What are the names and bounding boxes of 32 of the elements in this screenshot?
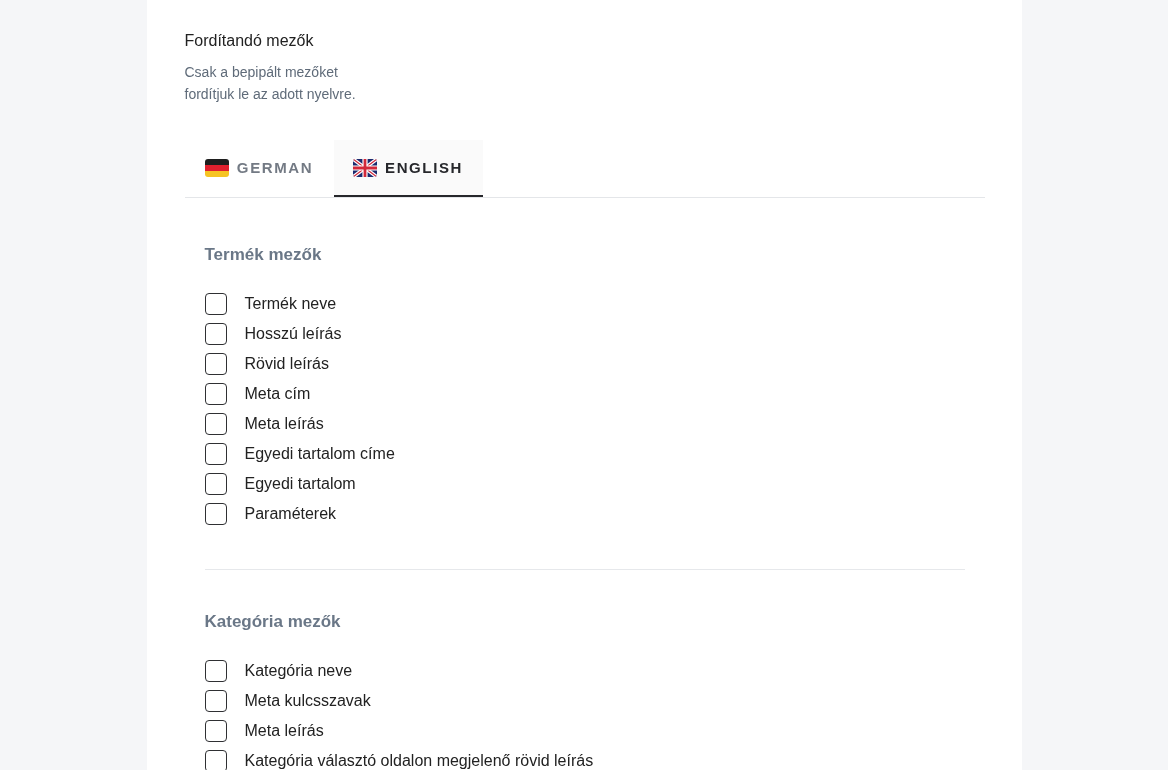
checkbox[interactable] [204,443,227,465]
language-tab[interactable]: ENGLISH [333,140,483,197]
description-text: Csak a bepipált mezőket fordítjuk le az adott nyelvre. [184,63,357,104]
checkbox-label: Termék neve [244,294,337,314]
checkbox-label: Hosszú leírás [244,324,342,344]
checkbox-label: Meta kulcsszavak [244,691,371,711]
language-tab[interactable]: GERMAN [184,140,334,197]
checkbox-label: Rövid leírás [244,354,329,374]
british-flag-icon [353,158,378,177]
checkbox-label: Kategória neve [244,661,353,681]
checkbox-label: Egyedi tartalom címe [244,444,395,464]
checkbox[interactable] [204,720,227,742]
checkbox-label: Kategória választó oldalon megjelenő rövid leírás [244,751,594,770]
german-flag-icon [204,158,229,177]
checkbox-label: Meta leírás [244,414,324,434]
section-title: Termék mezők [204,244,323,266]
checkbox[interactable] [204,690,227,712]
checkbox[interactable] [204,473,227,495]
section-title: Kategória mezők [204,611,342,633]
checkbox[interactable] [204,660,227,682]
checkbox[interactable] [204,293,227,315]
checkbox-label: Paraméterek [244,504,337,524]
checkbox-label: Meta leírás [244,721,324,741]
page-title: Fordítandó mezők [184,31,315,51]
checkbox-label: Meta cím [244,384,311,404]
checkbox[interactable] [204,353,227,375]
checkbox[interactable] [204,383,227,405]
checkbox[interactable] [204,413,227,435]
checkbox[interactable] [204,750,227,770]
checkbox[interactable] [204,323,227,345]
checkbox-label: Egyedi tartalom [244,474,356,494]
checkbox[interactable] [204,503,227,525]
